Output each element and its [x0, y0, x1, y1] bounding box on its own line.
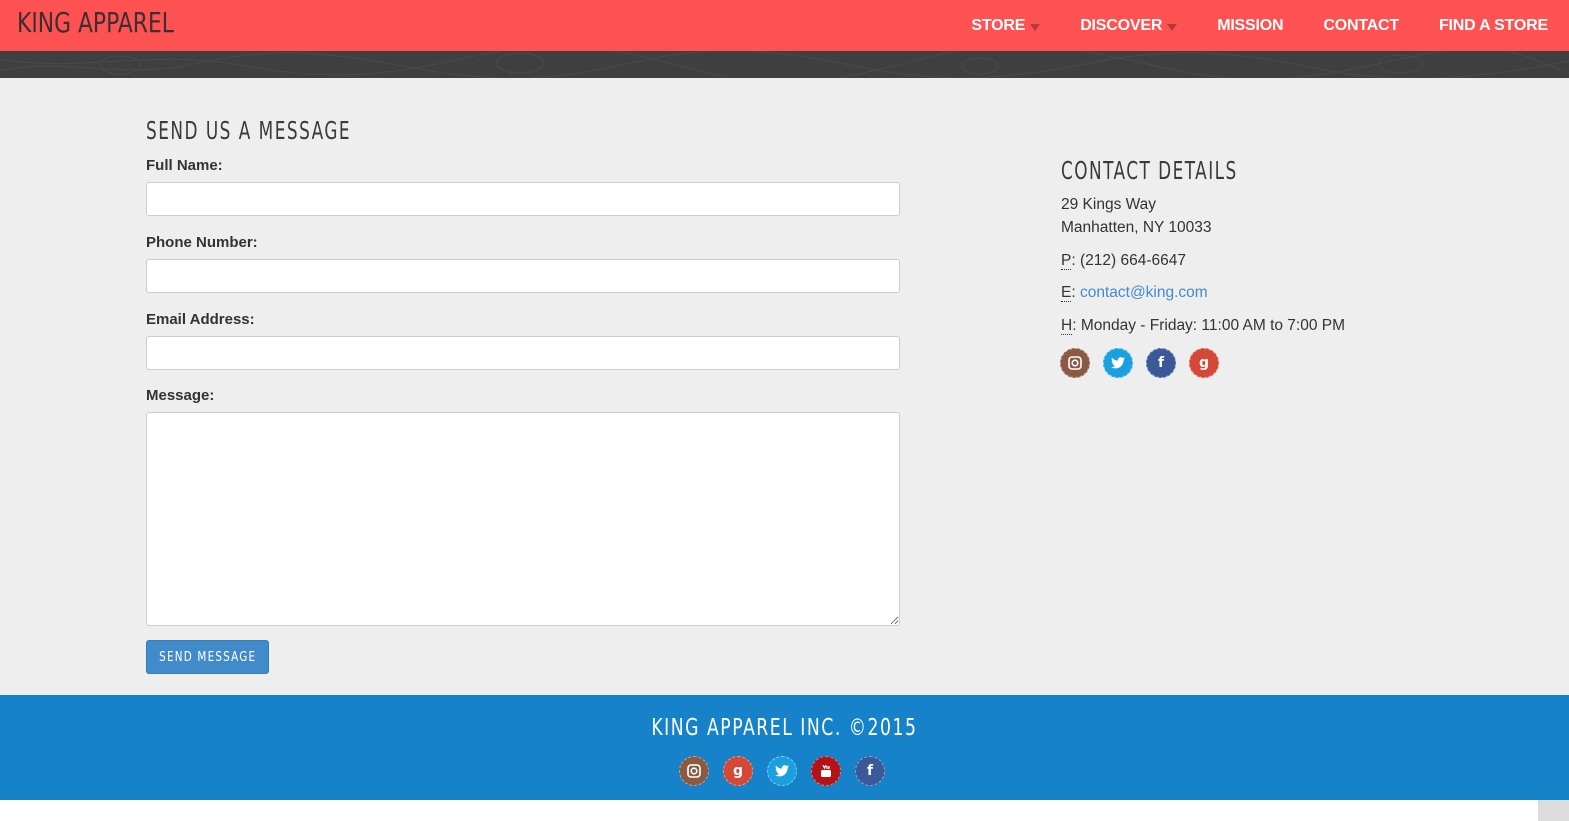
nav-item-label: STORE	[971, 16, 1026, 34]
hours-abbr: H	[1061, 317, 1073, 335]
nav-item-store[interactable]: STORE	[971, 16, 1041, 35]
nav-item-mission[interactable]: MISSION	[1217, 17, 1283, 35]
google-plus-icon[interactable]: g	[1189, 348, 1219, 378]
hours-detail: H: Monday - Friday: 11:00 AM to 7:00 PM	[1061, 317, 1345, 335]
main-content: SEND US A MESSAGE Full Name: Phone Numbe…	[0, 78, 1569, 695]
footer: KING APPAREL INC. ©2015 g f	[0, 695, 1569, 800]
facebook-icon[interactable]: f	[855, 756, 885, 786]
email-link[interactable]: contact@king.com	[1080, 284, 1208, 301]
youtube-icon[interactable]	[811, 756, 841, 786]
footer-copyright: KING APPAREL INC. ©2015	[651, 715, 918, 741]
send-message-button[interactable]: SEND MESSAGE	[146, 640, 269, 674]
nav-item-find-a-store[interactable]: FIND A STORE	[1439, 17, 1548, 35]
decorative-band	[0, 51, 1569, 78]
footer-social-links: g f	[679, 756, 885, 786]
page-bottom	[0, 800, 1569, 821]
caret-down-icon	[1167, 24, 1178, 31]
main-nav: STORE DISCOVER MISSION CONTACT FIND A ST…	[931, 0, 1548, 51]
footer-copyright-wrap: KING APPAREL INC. ©2015	[0, 715, 1569, 741]
email-detail: E: contact@king.com	[1061, 284, 1208, 302]
email-abbr: E	[1061, 284, 1072, 302]
phone-detail: P: (212) 664-6647	[1061, 252, 1186, 270]
nav-item-contact[interactable]: CONTACT	[1323, 17, 1399, 35]
caret-down-icon	[1030, 24, 1041, 31]
address-line1: 29 Kings Way	[1061, 196, 1157, 213]
scrollbar-corner[interactable]	[1538, 800, 1569, 821]
twitter-icon[interactable]	[1103, 348, 1133, 378]
contact-details-title: CONTACT DETAILS	[1061, 156, 1238, 185]
colon-sep: :	[1072, 317, 1081, 334]
full-name-label: Full Name:	[146, 157, 223, 174]
instagram-icon[interactable]	[679, 756, 709, 786]
twitter-icon[interactable]	[767, 756, 797, 786]
facebook-icon[interactable]: f	[1146, 348, 1176, 378]
top-navbar: KING APPAREL STORE DISCOVER MISSION CONT…	[0, 0, 1569, 51]
email-input[interactable]	[146, 336, 900, 370]
email-label: Email Address:	[146, 311, 255, 328]
google-plus-icon[interactable]: g	[723, 756, 753, 786]
nav-item-label: FIND A STORE	[1438, 16, 1548, 34]
colon-sep: :	[1071, 284, 1080, 301]
phone-abbr: P	[1061, 252, 1072, 270]
phone-label: Phone Number:	[146, 234, 258, 251]
message-textarea[interactable]	[146, 412, 900, 626]
contact-social-links: f g	[1060, 348, 1219, 378]
nav-item-label: MISSION	[1217, 16, 1284, 34]
address-line2: Manhatten, NY 10033	[1061, 219, 1212, 236]
phone-input[interactable]	[146, 259, 900, 293]
instagram-icon[interactable]	[1060, 348, 1090, 378]
full-name-input[interactable]	[146, 182, 900, 216]
nav-item-discover[interactable]: DISCOVER	[1080, 16, 1178, 35]
hours-text: Monday - Friday: 11:00 AM to 7:00 PM	[1080, 317, 1346, 334]
form-title: SEND US A MESSAGE	[146, 116, 352, 145]
send-message-label: SEND MESSAGE	[158, 649, 257, 665]
nav-item-label: CONTACT	[1323, 16, 1399, 34]
topographic-pattern	[0, 51, 1569, 78]
message-label: Message:	[146, 387, 215, 404]
colon-sep: :	[1071, 252, 1080, 269]
phone-number: (212) 664-6647	[1079, 252, 1186, 269]
brand-logo[interactable]: KING APPAREL	[17, 6, 174, 39]
nav-item-label: DISCOVER	[1080, 16, 1163, 34]
